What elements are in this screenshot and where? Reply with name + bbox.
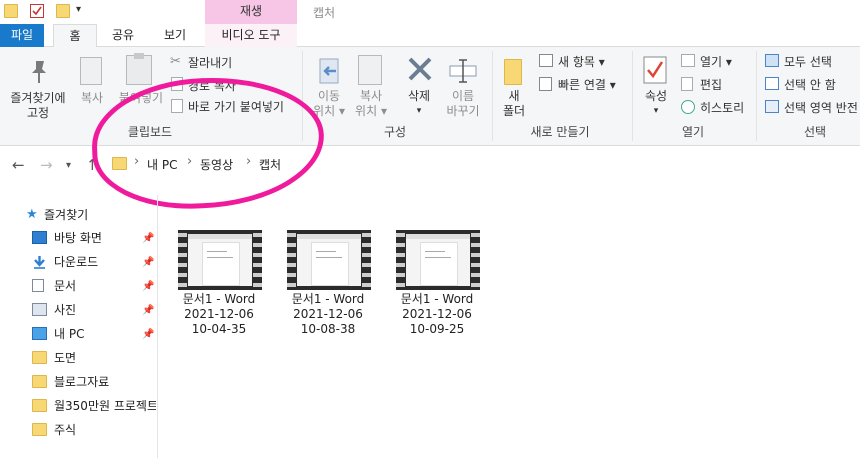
file-item[interactable]: 문서1 - Word 2021-12-06 10-09-25 [388, 230, 486, 340]
folder-icon [32, 351, 47, 364]
select-all-icon [765, 54, 779, 67]
properties-icon[interactable] [643, 56, 667, 87]
recent-locations-chevron-icon[interactable]: ▾ [66, 160, 71, 171]
nav-item-desktop[interactable]: 바탕 화면 [32, 228, 156, 248]
pin-quick-access-button[interactable] [28, 59, 50, 88]
navigation-pane: ★ 즐겨찾기 바탕 화면 📌 다운로드 📌 문서 📌 사진 📌 내 PC 📌 도… [0, 195, 158, 458]
new-folder-button[interactable]: 새 폴더 [494, 89, 534, 119]
group-divider [632, 51, 633, 141]
invert-selection-button[interactable]: 선택 영역 반전 [784, 99, 858, 116]
delete-icon[interactable] [406, 55, 434, 86]
forward-arrow-icon[interactable]: → [40, 156, 53, 174]
invert-selection-icon [765, 100, 779, 113]
properties-icon[interactable] [30, 4, 44, 18]
edit-button[interactable]: 편집 [700, 76, 722, 93]
pin-quick-access-label[interactable]: 즐겨찾기에 고정 [4, 91, 72, 121]
easy-access-icon [539, 77, 552, 91]
easy-access-button[interactable]: 빠른 연결 ▾ [558, 76, 616, 93]
nav-item-downloads[interactable]: 다운로드 [32, 252, 156, 272]
copy-to-icon[interactable] [358, 55, 382, 85]
new-folder-icon[interactable] [504, 59, 522, 85]
customize-toolbar-icon[interactable]: ▾ [76, 4, 81, 15]
history-button[interactable]: 히스토리 [700, 99, 744, 116]
back-arrow-icon[interactable]: ← [12, 156, 25, 174]
video-thumbnail [287, 230, 371, 290]
rename-icon[interactable] [448, 57, 478, 88]
group-divider [756, 51, 757, 141]
context-tab-play: 재생 [205, 0, 297, 24]
folder-icon [32, 423, 47, 436]
paste-icon[interactable] [126, 53, 152, 85]
nav-item-project[interactable]: 월350만원 프로젝트 [32, 396, 156, 416]
edit-icon [681, 77, 693, 91]
star-icon: ★ [26, 207, 38, 222]
select-none-icon [765, 77, 779, 90]
video-thumbnail [396, 230, 480, 290]
pin-icon: 📌 [142, 305, 155, 316]
folder-icon [4, 4, 18, 18]
cut-button[interactable]: 잘라내기 [188, 54, 232, 71]
desktop-icon [32, 231, 47, 244]
new-item-button[interactable]: 새 항목 ▾ [558, 53, 605, 70]
quick-access-label[interactable]: 즐겨찾기 [44, 206, 88, 223]
nav-item-pictures[interactable]: 사진 [32, 300, 156, 320]
title-bar: ▾ 재생 캡처 [0, 0, 860, 24]
tab-file[interactable]: 파일 [0, 24, 44, 47]
pictures-icon [32, 303, 47, 316]
copy-to-button[interactable]: 복사 위치 ▾ [350, 89, 392, 119]
folder-icon [32, 399, 47, 412]
properties-button[interactable]: 속성 ▾ [636, 89, 676, 119]
document-icon [32, 279, 44, 292]
select-none-button[interactable]: 선택 안 함 [784, 76, 836, 93]
pin-icon [32, 61, 46, 83]
select-all-button[interactable]: 모두 선택 [784, 53, 832, 70]
file-item[interactable]: 문서1 - Word 2021-12-06 10-08-38 [279, 230, 377, 340]
nav-item-drawings[interactable]: 도면 [32, 348, 156, 368]
tab-share[interactable]: 공유 [105, 24, 141, 47]
pin-icon: 📌 [142, 257, 155, 268]
move-to-icon[interactable] [316, 57, 344, 90]
download-icon [32, 255, 47, 269]
scissors-icon: ✂ [170, 54, 181, 69]
tab-home[interactable]: 홈 [53, 24, 97, 48]
window-title: 캡처 [313, 6, 336, 20]
tab-video-tools[interactable]: 비디오 도구 [205, 24, 297, 47]
rename-button[interactable]: 이름 바꾸기 [440, 89, 486, 119]
pin-icon: 📌 [142, 329, 155, 340]
nav-item-stocks[interactable]: 주식 [32, 420, 156, 440]
select-group-label: 선택 [803, 125, 827, 139]
copy-button[interactable]: 복사 [72, 91, 112, 106]
open-icon [681, 54, 695, 67]
group-divider [492, 51, 493, 141]
nav-item-blog-materials[interactable]: 블로그자료 [32, 372, 156, 392]
new-item-icon [539, 54, 553, 67]
history-icon [681, 100, 695, 114]
tab-view[interactable]: 보기 [157, 24, 193, 47]
open-button[interactable]: 열기 ▾ [700, 53, 732, 70]
computer-icon [32, 327, 47, 340]
nav-item-my-pc[interactable]: 내 PC [32, 324, 156, 344]
new-group-label: 새로 만들기 [530, 125, 590, 139]
delete-button[interactable]: 삭제 ▾ [398, 89, 440, 119]
ribbon-tabs: 파일 홈 공유 보기 비디오 도구 [0, 24, 860, 48]
organize-group-label: 구성 [383, 125, 407, 139]
pin-icon: 📌 [142, 281, 155, 292]
open-group-label: 열기 [681, 125, 705, 139]
new-folder-icon[interactable] [56, 4, 70, 18]
file-item[interactable]: 문서1 - Word 2021-12-06 10-04-35 [170, 230, 268, 340]
video-thumbnail [178, 230, 262, 290]
nav-item-documents[interactable]: 문서 [32, 276, 156, 296]
copy-icon[interactable] [80, 57, 102, 85]
pin-icon: 📌 [142, 233, 155, 244]
folder-icon [32, 375, 47, 388]
